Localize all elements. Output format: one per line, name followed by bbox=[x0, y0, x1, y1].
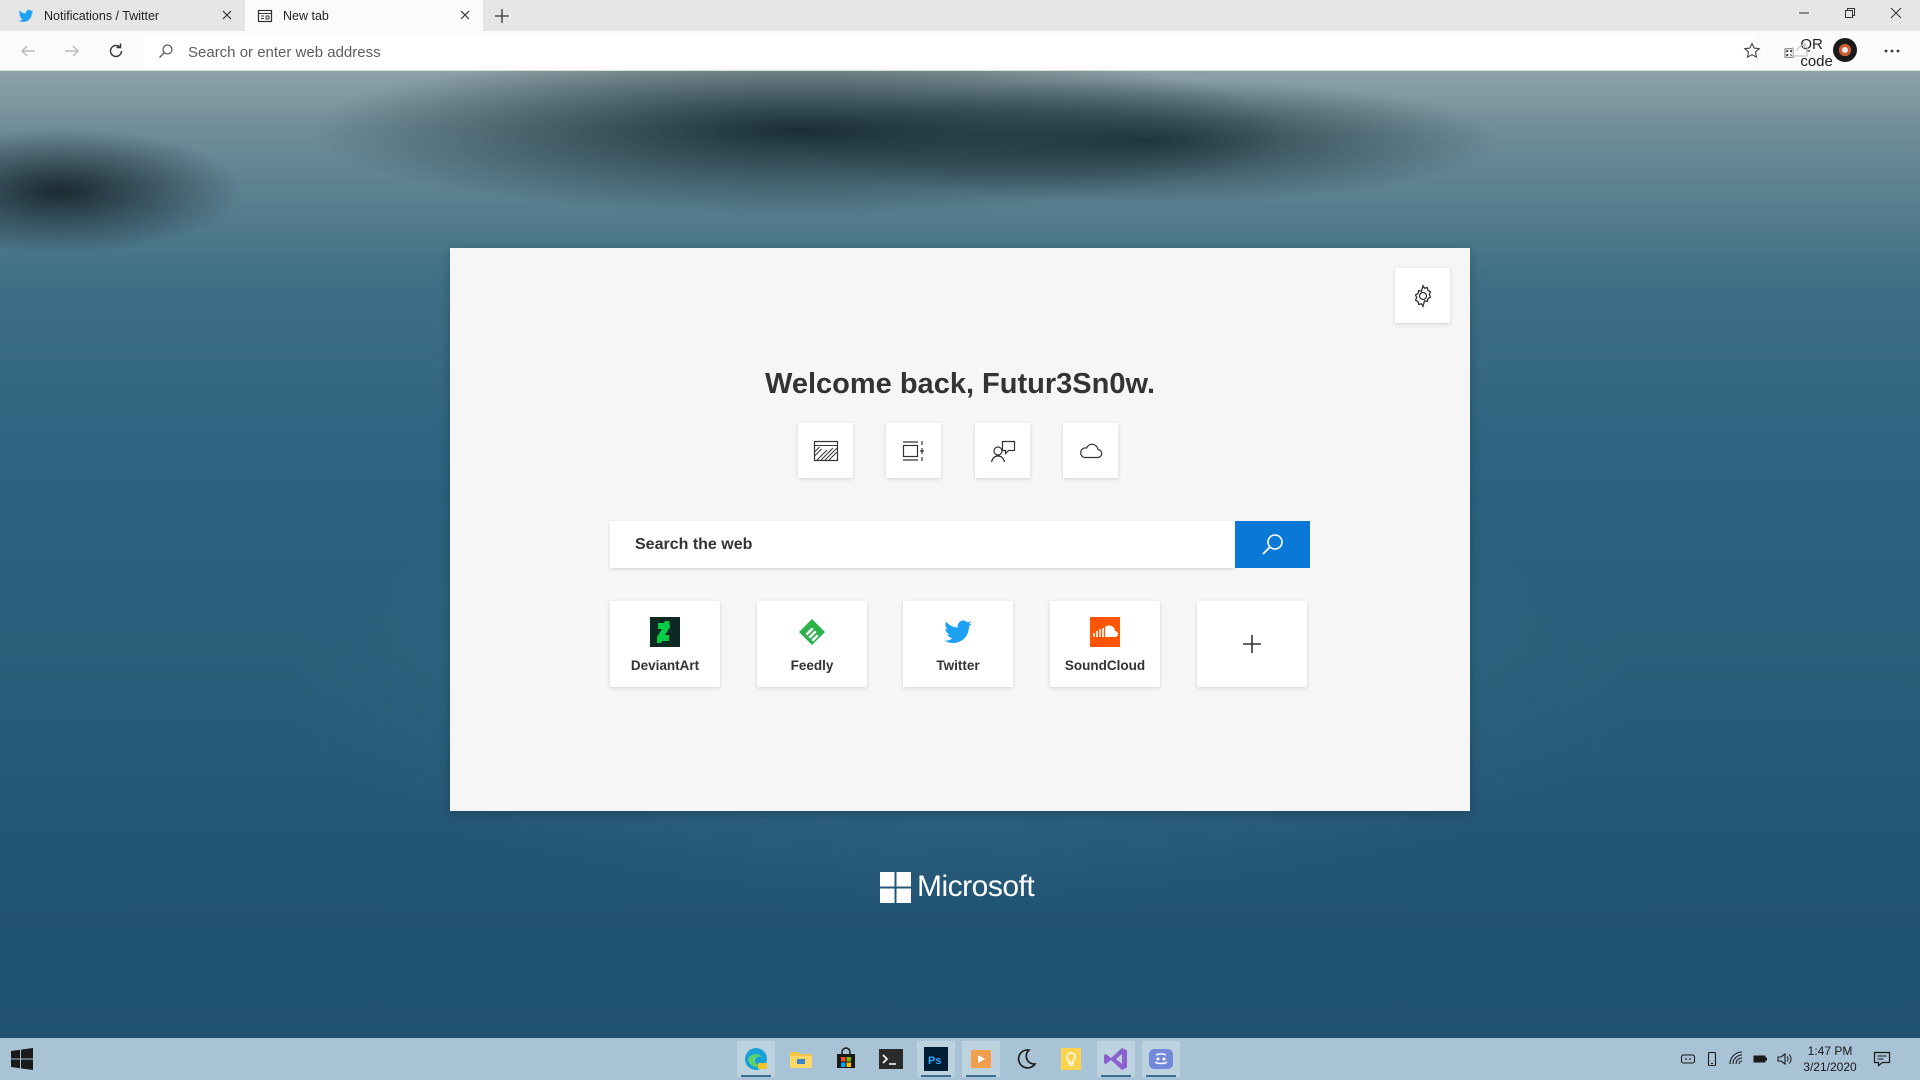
search-icon bbox=[159, 44, 173, 58]
close-window-button[interactable] bbox=[1873, 0, 1919, 26]
refresh-button[interactable] bbox=[104, 39, 128, 63]
tile-label: Feedly bbox=[790, 658, 834, 673]
taskbar-media-player[interactable] bbox=[962, 1041, 1000, 1077]
taskbar-photoshop[interactable]: Ps bbox=[917, 1041, 955, 1077]
new-tab-card: Welcome back, Futur3Sn0w. Devian bbox=[450, 248, 1470, 811]
top-site-soundcloud[interactable]: SoundCloud bbox=[1050, 601, 1160, 687]
add-site-button[interactable] bbox=[1197, 601, 1307, 687]
web-search-input[interactable] bbox=[610, 521, 1235, 568]
layout-icon bbox=[902, 440, 924, 461]
taskbar-discord[interactable] bbox=[1142, 1041, 1180, 1077]
refresh-icon bbox=[109, 43, 123, 58]
address-placeholder: Search or enter web address bbox=[188, 44, 381, 61]
notifications-icon[interactable] bbox=[1872, 1049, 1892, 1069]
clock-date: 3/21/2020 bbox=[1803, 1060, 1857, 1074]
new-tab-button[interactable] bbox=[492, 6, 512, 26]
restore-icon bbox=[1845, 8, 1855, 18]
cloud-button[interactable] bbox=[1063, 423, 1118, 478]
tab-title: New tab bbox=[283, 9, 329, 23]
photoshop-icon: Ps bbox=[924, 1047, 948, 1071]
windows-start-icon[interactable] bbox=[10, 1048, 34, 1070]
taskbar-sticky-notes[interactable] bbox=[1052, 1041, 1090, 1077]
top-site-twitter[interactable]: Twitter bbox=[903, 601, 1013, 687]
top-site-feedly[interactable]: Feedly bbox=[757, 601, 867, 687]
more-options-button[interactable] bbox=[1880, 39, 1904, 63]
close-icon[interactable] bbox=[457, 7, 473, 23]
windows-logo-icon bbox=[880, 871, 911, 903]
feedly-icon bbox=[799, 619, 825, 645]
file-explorer-icon bbox=[790, 1052, 812, 1068]
toolbar: Search or enter web address QR code bbox=[0, 31, 1920, 71]
battery-icon[interactable] bbox=[1752, 1051, 1768, 1067]
close-icon[interactable] bbox=[219, 7, 235, 23]
wifi-icon[interactable] bbox=[1728, 1051, 1744, 1067]
cloud-icon bbox=[1079, 443, 1102, 458]
tile-label: DeviantArt bbox=[630, 658, 700, 673]
twitter-icon bbox=[944, 620, 972, 644]
share-icon[interactable] bbox=[1790, 39, 1810, 59]
star-icon[interactable] bbox=[1742, 41, 1762, 61]
moon-app-icon bbox=[1017, 1049, 1037, 1069]
visual-studio-icon bbox=[1104, 1048, 1127, 1070]
feedback-icon bbox=[990, 440, 1015, 462]
arrow-right-icon bbox=[65, 45, 79, 57]
arrow-left-icon bbox=[21, 45, 35, 57]
twitter-icon bbox=[18, 9, 34, 22]
chat-icon[interactable] bbox=[1680, 1051, 1696, 1067]
web-search-box[interactable] bbox=[610, 521, 1235, 568]
top-site-deviantart[interactable]: DeviantArt bbox=[610, 601, 720, 687]
address-bar[interactable]: Search or enter web address QR code bbox=[144, 36, 1833, 70]
phone-icon[interactable] bbox=[1704, 1051, 1720, 1067]
more-icon bbox=[1884, 49, 1900, 53]
background-button[interactable] bbox=[798, 423, 853, 478]
new-tab-page: Welcome back, Futur3Sn0w. Devian bbox=[0, 71, 1920, 1038]
feedback-button[interactable] bbox=[975, 423, 1030, 478]
layout-button[interactable] bbox=[886, 423, 941, 478]
store-icon bbox=[837, 1047, 855, 1068]
microsoft-logo: Microsoft bbox=[880, 870, 1035, 903]
settings-button[interactable] bbox=[1395, 268, 1450, 323]
tile-label: Twitter bbox=[936, 658, 980, 673]
deviantart-icon bbox=[650, 617, 680, 647]
svg-text:Ps: Ps bbox=[928, 1055, 941, 1067]
terminal-icon bbox=[879, 1049, 903, 1069]
taskbar-store[interactable] bbox=[827, 1041, 865, 1077]
taskbar-file-explorer[interactable] bbox=[782, 1041, 820, 1077]
forward-button[interactable] bbox=[60, 39, 84, 63]
brand-name: Microsoft bbox=[917, 870, 1035, 903]
plus-icon bbox=[1197, 601, 1307, 687]
minimize-button[interactable] bbox=[1781, 0, 1827, 26]
search-icon bbox=[1261, 533, 1283, 555]
sticky-notes-icon bbox=[1061, 1048, 1081, 1070]
back-button[interactable] bbox=[16, 39, 40, 63]
gear-icon bbox=[1414, 283, 1431, 308]
clock-time: 1:47 PM bbox=[1807, 1044, 1853, 1058]
web-search-button[interactable] bbox=[1235, 521, 1310, 568]
soundcloud-icon bbox=[1090, 617, 1120, 647]
discord-icon bbox=[1149, 1049, 1173, 1069]
tile-label: SoundCloud bbox=[1064, 658, 1146, 673]
avatar[interactable] bbox=[1833, 38, 1857, 62]
restore-button[interactable] bbox=[1827, 0, 1873, 26]
taskbar: Ps 1:47 PM 3/21/2020 bbox=[0, 1038, 1920, 1080]
tab-title: Notifications / Twitter bbox=[44, 9, 160, 23]
tab-new-tab[interactable]: New tab bbox=[245, 0, 483, 31]
close-icon bbox=[1890, 7, 1902, 19]
welcome-heading: Welcome back, Futur3Sn0w. bbox=[765, 368, 1155, 400]
newtab-icon bbox=[257, 9, 273, 23]
taskbar-visual-studio[interactable] bbox=[1097, 1041, 1135, 1077]
edge-canary-icon bbox=[745, 1048, 767, 1070]
taskbar-edge[interactable] bbox=[737, 1041, 775, 1077]
system-clock[interactable]: 1:47 PM 3/21/2020 bbox=[1790, 1043, 1870, 1075]
tab-twitter-notifications[interactable]: Notifications / Twitter bbox=[0, 0, 245, 31]
tab-strip: Notifications / Twitter New tab bbox=[0, 0, 1920, 31]
taskbar-moon-app[interactable] bbox=[1007, 1041, 1045, 1077]
background-image-icon bbox=[813, 440, 838, 461]
media-player-icon bbox=[971, 1050, 991, 1068]
minimize-icon bbox=[1799, 12, 1809, 14]
taskbar-terminal[interactable] bbox=[872, 1041, 910, 1077]
